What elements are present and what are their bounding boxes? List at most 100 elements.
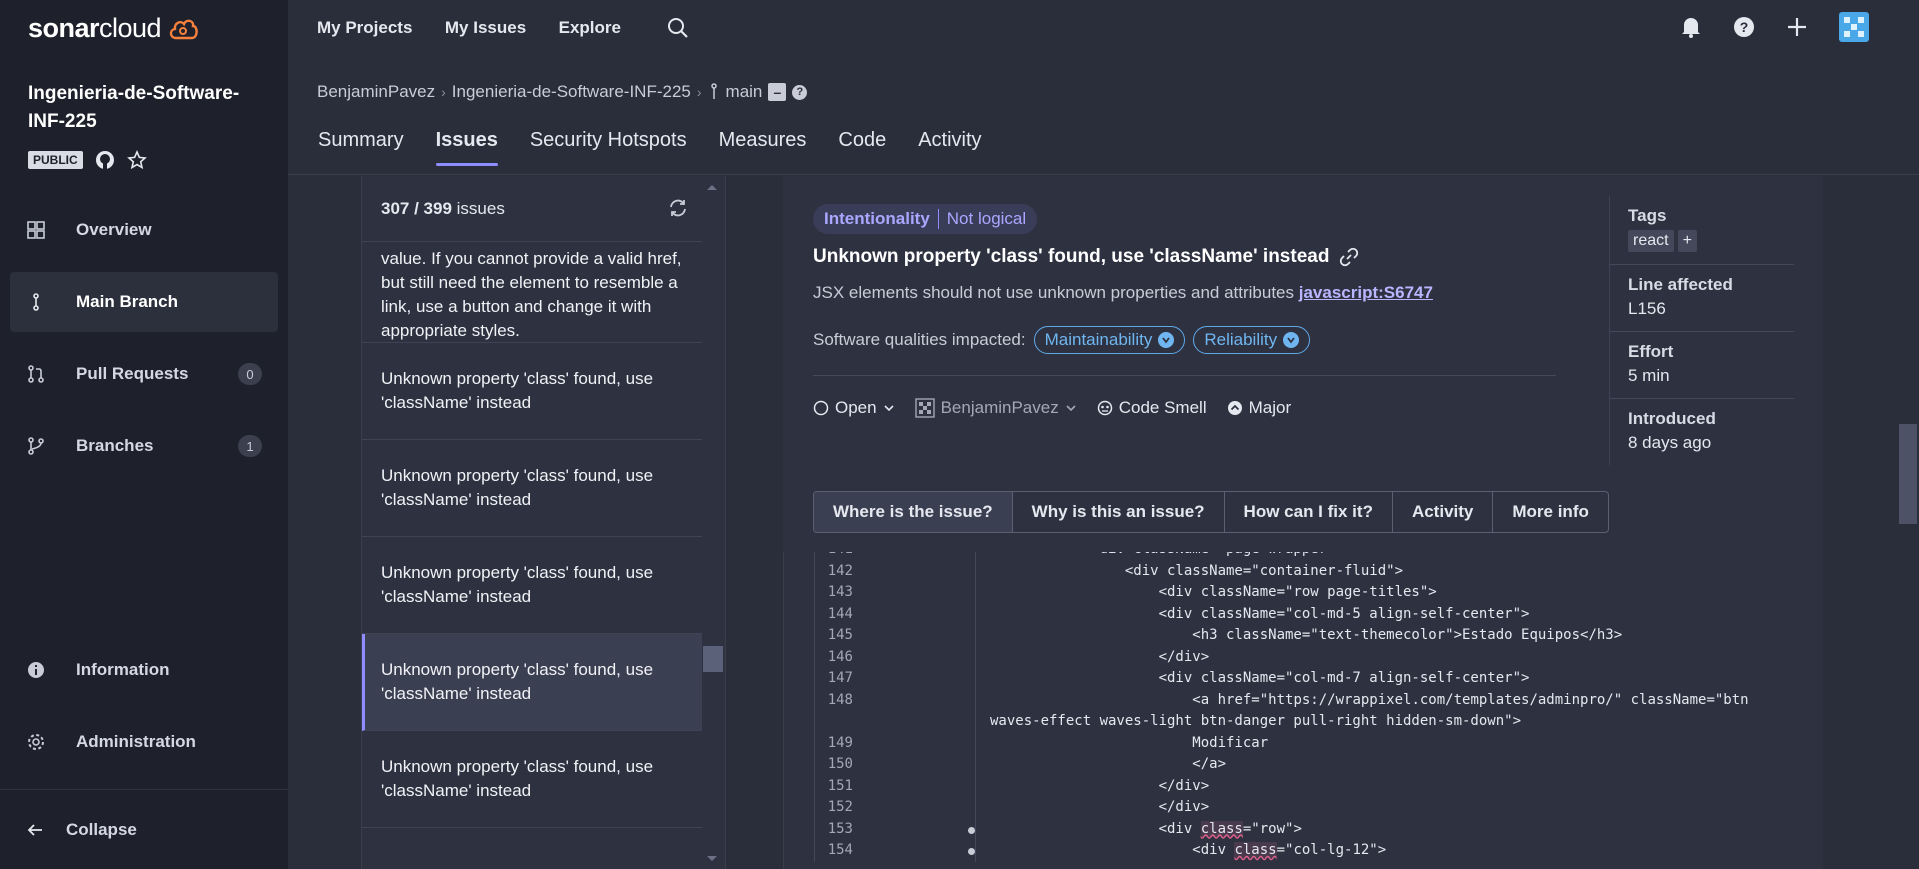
project-title[interactable]: Ingenieria-de-Software-INF-225 bbox=[28, 80, 268, 136]
sidebar-item-label: Pull Requests bbox=[76, 364, 189, 383]
tab-why-is-this-an-issue[interactable]: Why is this an issue? bbox=[1013, 492, 1225, 532]
clean-code-attribute[interactable]: Intentionality Not logical bbox=[813, 204, 1038, 234]
nav-explore[interactable]: Explore bbox=[559, 18, 621, 38]
introduced-label: Introduced bbox=[1628, 409, 1716, 428]
tab-issue-activity[interactable]: Activity bbox=[1393, 492, 1494, 532]
list-item-selected[interactable]: Unknown property 'class' found, use 'cla… bbox=[362, 634, 702, 731]
line-number[interactable]: 141 bbox=[815, 552, 859, 561]
code-line: 142 <div className="container-fluid"> bbox=[815, 560, 1814, 583]
plus-icon[interactable] bbox=[1787, 17, 1807, 37]
scroll-down-arrow-icon[interactable] bbox=[705, 854, 719, 864]
tab-activity[interactable]: Activity bbox=[918, 129, 981, 166]
top-navbar: My Projects My Issues Explore ? bbox=[288, 0, 1919, 55]
star-icon[interactable] bbox=[126, 150, 147, 170]
code-text: <div className="col-md-5 align-self-cent… bbox=[990, 605, 1530, 622]
permalink-icon[interactable] bbox=[1339, 247, 1359, 267]
breadcrumb-org[interactable]: BenjaminPavez bbox=[317, 82, 435, 102]
code-viewer: 141 <div className="page-wrapper"> 142 <… bbox=[783, 552, 1823, 869]
line-number[interactable]: 148 bbox=[815, 690, 859, 733]
line-number[interactable]: 152 bbox=[815, 797, 859, 819]
code-line: 145 <h3 className="text-themecolor">Esta… bbox=[815, 625, 1814, 647]
tab-measures[interactable]: Measures bbox=[719, 129, 807, 166]
tab-how-can-i-fix-it[interactable]: How can I fix it? bbox=[1225, 492, 1393, 532]
tab-issues[interactable]: Issues bbox=[435, 129, 499, 166]
branch-help-icon[interactable]: ? bbox=[792, 84, 808, 100]
code-lines: 141 <div className="page-wrapper"> 142 <… bbox=[814, 552, 1814, 862]
add-tag-button[interactable]: + bbox=[1677, 230, 1697, 252]
sidebar-item-administration[interactable]: Administration bbox=[10, 712, 278, 772]
list-item[interactable]: Unknown property 'class' found, use 'cla… bbox=[362, 440, 702, 537]
issue-marker-icon[interactable] bbox=[968, 848, 975, 855]
pull-requests-count: 0 bbox=[238, 363, 262, 385]
line-number[interactable]: 153 bbox=[815, 819, 859, 841]
tab-summary[interactable]: Summary bbox=[318, 129, 404, 166]
line-number[interactable]: 143 bbox=[815, 582, 859, 604]
code-line: 146 </div> bbox=[815, 646, 1814, 669]
breadcrumb-project[interactable]: Ingenieria-de-Software-INF-225 bbox=[452, 82, 691, 102]
list-item[interactable]: Unknown property 'class' found, use 'cla… bbox=[362, 731, 702, 828]
sonarcloud-logo[interactable]: sonarcloud bbox=[28, 12, 199, 44]
rule-link[interactable]: javascript:S6747 bbox=[1299, 283, 1433, 302]
line-number[interactable]: 150 bbox=[815, 754, 859, 776]
sidebar-item-information[interactable]: Information bbox=[10, 640, 278, 700]
sidebar-item-pull-requests[interactable]: Pull Requests 0 bbox=[10, 344, 278, 404]
github-icon[interactable] bbox=[95, 150, 115, 170]
code-line: 149 Modificar bbox=[815, 732, 1814, 755]
issue-marker-icon[interactable] bbox=[968, 826, 975, 834]
sidebar-item-main-branch[interactable]: Main Branch bbox=[10, 272, 278, 332]
user-avatar[interactable] bbox=[1839, 12, 1869, 42]
breadcrumb-branch[interactable]: main bbox=[726, 82, 763, 102]
nav-my-projects[interactable]: My Projects bbox=[317, 18, 412, 38]
tag-chip: react bbox=[1628, 230, 1674, 252]
line-number[interactable]: 146 bbox=[815, 647, 859, 669]
sidebar: sonarcloud Ingenieria-de-Software-INF-22… bbox=[0, 0, 288, 869]
issues-list-scrollbar[interactable] bbox=[700, 176, 725, 869]
list-item[interactable]: Unknown property 'class' found, use 'cla… bbox=[362, 537, 702, 634]
line-number[interactable]: 154 bbox=[815, 840, 859, 862]
quality-label: Maintainability bbox=[1044, 330, 1153, 349]
tab-code[interactable]: Code bbox=[838, 129, 886, 166]
line-affected-label: Line affected bbox=[1628, 275, 1733, 294]
line-number[interactable]: 142 bbox=[815, 561, 859, 583]
list-item[interactable]: Unknown property 'class' found, use 'cla… bbox=[362, 343, 702, 440]
code-text: <div class="row"> bbox=[976, 819, 1302, 841]
refresh-icon[interactable] bbox=[668, 198, 688, 218]
line-number[interactable]: 145 bbox=[815, 625, 859, 647]
sidebar-item-label: Overview bbox=[76, 220, 152, 239]
issue-highlight[interactable]: class bbox=[1234, 842, 1277, 858]
sidebar-item-branches[interactable]: Branches 1 bbox=[10, 416, 278, 476]
issues-list-scroll-thumb[interactable] bbox=[703, 646, 723, 672]
tab-security-hotspots[interactable]: Security Hotspots bbox=[530, 129, 687, 166]
attribute-category: Intentionality bbox=[824, 209, 930, 228]
line-number[interactable]: 147 bbox=[815, 668, 859, 690]
status-dropdown[interactable]: Open bbox=[813, 398, 895, 418]
collapse-button[interactable]: Collapse bbox=[0, 789, 288, 869]
search-button[interactable] bbox=[667, 17, 689, 39]
tab-more-info[interactable]: More info bbox=[1493, 492, 1608, 532]
line-number[interactable]: 144 bbox=[815, 604, 859, 626]
quality-reliability[interactable]: Reliability bbox=[1193, 326, 1311, 354]
help-icon[interactable]: ? bbox=[1733, 16, 1755, 38]
page-scrollbar[interactable] bbox=[1897, 176, 1919, 869]
quality-maintainability[interactable]: Maintainability bbox=[1033, 326, 1186, 354]
list-item[interactable]: value. If you cannot provide a valid hre… bbox=[362, 243, 702, 343]
issue-detail-tabs: Where is the issue? Why is this an issue… bbox=[813, 491, 1609, 533]
notifications-bell-icon[interactable] bbox=[1681, 16, 1701, 38]
sidebar-item-overview[interactable]: Overview bbox=[10, 200, 278, 260]
sidebar-item-label: Information bbox=[76, 660, 170, 679]
line-affected-block: Line affected L156 bbox=[1610, 265, 1794, 332]
issues-count-header: 307 / 399 issues bbox=[362, 176, 702, 242]
code-text-post: ="col-lg-12"> bbox=[1276, 842, 1387, 858]
attribute-value: Not logical bbox=[946, 209, 1027, 228]
assignee-dropdown[interactable]: BenjaminPavez bbox=[914, 398, 1077, 418]
gutter bbox=[859, 775, 976, 797]
nav-my-issues[interactable]: My Issues bbox=[445, 18, 526, 38]
tab-where-is-the-issue[interactable]: Where is the issue? bbox=[814, 492, 1013, 532]
line-number[interactable]: 151 bbox=[815, 776, 859, 798]
line-number[interactable]: 149 bbox=[815, 733, 859, 755]
gutter bbox=[859, 560, 976, 582]
issue-description-text: JSX elements should not use unknown prop… bbox=[813, 283, 1295, 302]
issue-highlight[interactable]: class bbox=[1200, 820, 1243, 837]
page-scroll-thumb[interactable] bbox=[1899, 424, 1917, 524]
scroll-up-arrow-icon[interactable] bbox=[705, 182, 719, 192]
